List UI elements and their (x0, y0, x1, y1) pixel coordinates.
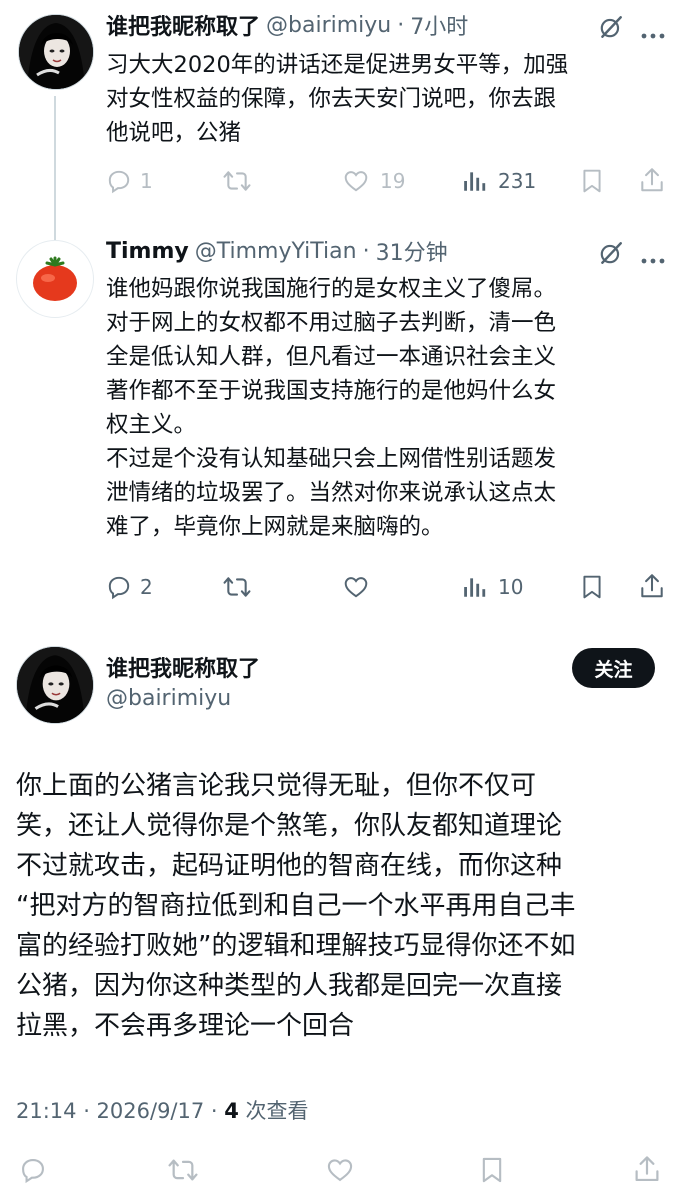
text-line: 著作都不至于说我国支持施行的是他妈什么女 (106, 378, 557, 404)
share-button[interactable] (633, 1154, 661, 1184)
display-name[interactable]: 谁把我昵称取了 (106, 651, 260, 683)
retweet-button[interactable] (222, 168, 252, 194)
avatar[interactable] (16, 240, 94, 318)
tomato-icon (33, 256, 77, 301)
post-meta: 21:14 · 2026/9/17 · 4 次查看 (16, 1095, 309, 1125)
view-count: 231 (498, 169, 537, 193)
view-count: 10 (498, 575, 524, 599)
share-icon (641, 168, 663, 192)
reply-button[interactable] (18, 1156, 48, 1184)
reply1-header: 谁把我昵称取了 @bairimiyu · 7小时 (106, 8, 468, 42)
retweet-icon (223, 171, 251, 191)
retweet-icon (223, 577, 251, 597)
text-line: 对于网上的女权都不用过脑子去判断，清一色 (106, 310, 557, 336)
user-handle[interactable]: @bairimiyu (106, 686, 231, 711)
avatar-illustration (19, 15, 93, 89)
retweet-icon (168, 1159, 198, 1181)
bookmark-button[interactable] (479, 1156, 505, 1184)
user-handle[interactable]: @TimmyYiTian (195, 239, 357, 264)
follow-button[interactable]: 关注 (572, 648, 655, 688)
text-line: 全是低认知人群，但凡看过一本通识社会主义 (106, 344, 557, 370)
text-line: “把对方的智商拉低到和自己一个水平再用自己丰 (16, 891, 576, 921)
like-button[interactable] (342, 574, 370, 600)
user-handle[interactable]: @bairimiyu (266, 13, 391, 38)
bookmark-button[interactable] (580, 574, 604, 600)
text-line: 对女性权益的保障，你去天安门说吧，你去跟 (106, 86, 557, 112)
text-line: 习大大2020年的讲话还是促进男女平等，加强 (106, 52, 569, 78)
main-tweet-text: 你上面的公猪言论我只觉得无耻，但你不仅可 笑，还让人觉得你是个煞笔，你队友都知道… (16, 766, 575, 1046)
share-icon (635, 1156, 659, 1182)
separator-dot: · (397, 12, 405, 38)
bookmark-icon (482, 1157, 502, 1183)
view-count: 4 (224, 1099, 239, 1123)
avatar-illustration (17, 647, 93, 723)
display-name[interactable]: 谁把我昵称取了 (106, 9, 260, 41)
text-line: 公猪，因为你这种类型的人我都是回完一次直接 (16, 971, 563, 1001)
post-time[interactable]: 31分钟 (376, 235, 448, 267)
reply-count: 2 (140, 575, 153, 599)
text-line: 泄情绪的垃圾罢了。当然对你来说承认这点太 (106, 480, 557, 506)
text-line: 谁他妈跟你说我国施行的是女权主义了傻屌。 (106, 276, 557, 302)
reply-icon (108, 170, 130, 194)
like-button[interactable]: 19 (342, 168, 405, 194)
reply-button[interactable]: 2 (106, 574, 153, 600)
thread-line (54, 96, 56, 244)
grok-icon[interactable] (598, 14, 624, 44)
text-line: 不过是个没有认知基础只会上网借性别话题发 (106, 446, 557, 472)
bookmark-icon (583, 169, 601, 193)
share-icon (641, 574, 663, 598)
views-button[interactable]: 10 (462, 574, 523, 600)
like-icon (344, 171, 368, 192)
more-icon[interactable] (641, 24, 665, 43)
share-button[interactable] (639, 166, 665, 194)
text-line: 他说吧，公猪 (106, 120, 242, 146)
grok-icon[interactable] (598, 240, 624, 270)
text-line: 权主义。 (106, 412, 197, 438)
text-line: 难了，毕竟你上网就是来脑嗨的。 (106, 514, 444, 540)
retweet-button[interactable] (166, 1156, 200, 1184)
retweet-button[interactable] (222, 574, 252, 600)
reply2-header: Timmy @TimmyYiTian · 31分钟 (106, 234, 448, 268)
views-icon (464, 172, 486, 191)
reply-button[interactable]: 1 (106, 168, 153, 194)
bookmark-icon (583, 575, 601, 599)
avatar[interactable] (16, 646, 94, 724)
reply-icon (22, 1159, 44, 1184)
reply2-text: 谁他妈跟你说我国施行的是女权主义了傻屌。 对于网上的女权都不用过脑子去判断，清一… (106, 272, 556, 544)
like-icon (344, 577, 368, 598)
share-button[interactable] (639, 572, 665, 600)
views-icon (464, 578, 486, 597)
like-button[interactable] (324, 1156, 356, 1184)
reply1-text: 习大大2020年的讲话还是促进男女平等，加强 对女性权益的保障，你去天安门说吧，… (106, 48, 568, 150)
text-line: 笑，还让人觉得你是个煞笔，你队友都知道理论 (16, 811, 563, 841)
more-icon[interactable] (641, 249, 665, 268)
reply-count: 1 (140, 169, 153, 193)
separator-dot: · (362, 238, 370, 264)
text-line: 不过就攻击，起码证明他的智商在线，而你这种 (16, 851, 563, 881)
views-button[interactable]: 231 (462, 168, 536, 194)
text-line: 你上面的公猪言论我只觉得无耻，但你不仅可 (16, 771, 537, 801)
text-line: 富的经验打败她”的逻辑和理解技巧显得你还不如 (16, 931, 576, 961)
post-time[interactable]: 7小时 (410, 9, 468, 41)
reply-icon (108, 576, 130, 600)
view-label: 次查看 (238, 1099, 309, 1123)
avatar[interactable] (18, 14, 94, 90)
like-icon (327, 1159, 353, 1182)
like-count: 19 (380, 169, 406, 193)
post-timestamp[interactable]: 21:14 · 2026/9/17 · (16, 1099, 224, 1123)
text-line: 拉黑，不会再多理论一个回合 (16, 1011, 355, 1041)
display-name[interactable]: Timmy (106, 239, 189, 264)
bookmark-button[interactable] (580, 168, 604, 194)
